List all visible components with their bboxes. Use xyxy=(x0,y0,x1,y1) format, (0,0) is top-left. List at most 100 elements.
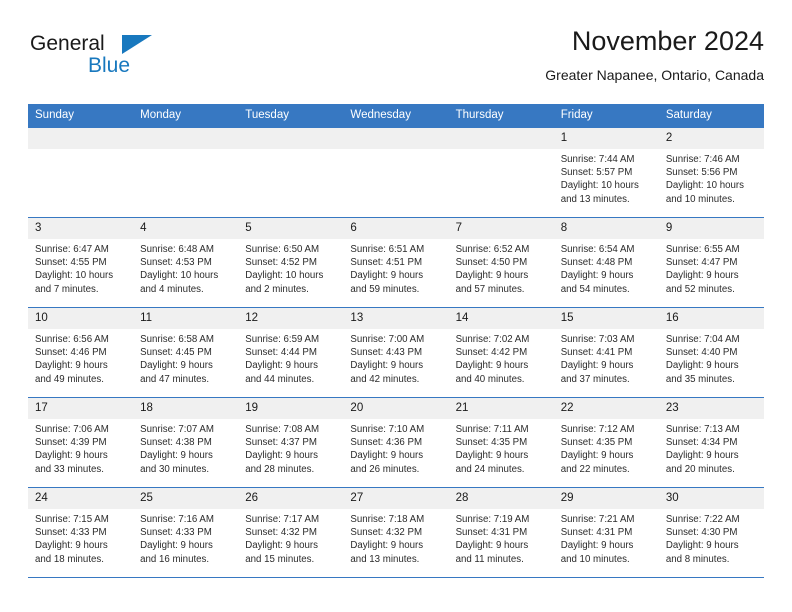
general-blue-logo[interactable]: General Blue xyxy=(28,32,228,88)
day-number: 7 xyxy=(448,218,554,239)
day-info-line: Daylight: 9 hours xyxy=(455,450,529,462)
day-info-line: and 11 minutes. xyxy=(455,553,524,565)
day-info-line: Daylight: 9 hours xyxy=(140,360,213,372)
calendar-day-cell[interactable]: 28 Sunrise: 7:19 AM Sunset: 4:31 PM Dayligh… xyxy=(448,487,554,578)
weekday-header-tuesday: Tuesday xyxy=(238,104,344,128)
day-info-line: Sunrise: 7:16 AM xyxy=(140,514,214,525)
calendar-day-cell[interactable]: 17 Sunrise: 7:06 AM Sunset: 4:39 PM Dayligh… xyxy=(28,397,134,488)
day-sun-info: Sunrise: 7:46 AM Sunset: 5:56 PM Daylight:… xyxy=(659,149,764,206)
calendar-day-cell[interactable]: 29 Sunrise: 7:21 AM Sunset: 4:31 PM Dayligh… xyxy=(553,487,659,578)
logo-text-blue: Blue xyxy=(88,54,131,77)
day-sun-info: Sunrise: 6:56 AM Sunset: 4:46 PM Daylight:… xyxy=(28,329,133,386)
calendar-day-cell[interactable]: 24 Sunrise: 7:15 AM Sunset: 4:33 PM Dayligh… xyxy=(28,487,134,578)
calendar-day-cell[interactable]: 12 Sunrise: 6:59 AM Sunset: 4:44 PM Dayligh… xyxy=(238,307,344,398)
calendar-day-cell[interactable]: 15 Sunrise: 7:03 AM Sunset: 4:41 PM Dayligh… xyxy=(553,307,659,398)
day-number: 10 xyxy=(28,308,134,329)
day-info-line: Sunset: 4:35 PM xyxy=(560,437,633,449)
day-info-line: and 42 minutes. xyxy=(350,373,420,385)
day-info-line: Sunset: 4:52 PM xyxy=(245,257,317,269)
calendar-day-cell[interactable]: 13 Sunrise: 7:00 AM Sunset: 4:43 PM Dayligh… xyxy=(343,307,449,398)
calendar-day-cell[interactable]: 23 Sunrise: 7:13 AM Sunset: 4:34 PM Dayligh… xyxy=(658,397,764,488)
weekday-header-friday: Friday xyxy=(553,104,659,128)
calendar-day-cell[interactable]: 7 Sunrise: 6:52 AM Sunset: 4:50 PM Daylight… xyxy=(448,217,554,308)
calendar-day-cell[interactable]: 8 Sunrise: 6:54 AM Sunset: 4:48 PM Daylight… xyxy=(553,217,659,308)
day-info-line: Sunrise: 6:50 AM xyxy=(245,244,320,255)
day-info-line: Sunrise: 6:47 AM xyxy=(35,244,109,255)
weekday-header-monday: Monday xyxy=(133,104,239,128)
day-info-line: and 10 minutes. xyxy=(560,553,630,565)
day-sun-info: Sunrise: 7:02 AM Sunset: 4:42 PM Daylight:… xyxy=(449,329,554,386)
calendar-day-cell[interactable]: 10 Sunrise: 6:56 AM Sunset: 4:46 PM Dayligh… xyxy=(28,307,134,398)
calendar-day-cell[interactable]: 30 Sunrise: 7:22 AM Sunset: 4:30 PM Dayligh… xyxy=(658,487,764,578)
calendar-day-cell[interactable]: 21 Sunrise: 7:11 AM Sunset: 4:35 PM Dayligh… xyxy=(448,397,554,488)
day-number: 20 xyxy=(343,398,449,419)
day-number: 28 xyxy=(448,488,554,509)
day-info-line: and 13 minutes. xyxy=(350,553,420,565)
day-info-line: Sunrise: 7:08 AM xyxy=(245,424,320,435)
day-number: 22 xyxy=(553,398,659,419)
calendar-day-cell[interactable]: 26 Sunrise: 7:17 AM Sunset: 4:32 PM Dayligh… xyxy=(238,487,344,578)
day-cell-inner xyxy=(238,128,344,217)
calendar-day-cell[interactable]: 3 Sunrise: 6:47 AM Sunset: 4:55 PM Daylight… xyxy=(28,217,134,308)
calendar-day-cell[interactable]: 16 Sunrise: 7:04 AM Sunset: 4:40 PM Dayligh… xyxy=(658,307,764,398)
day-info-line: Sunrise: 7:07 AM xyxy=(140,424,214,435)
day-cell-inner xyxy=(343,128,449,217)
day-info-line: Daylight: 9 hours xyxy=(35,540,108,552)
day-info-line: Daylight: 9 hours xyxy=(455,270,529,282)
day-info-line: Sunrise: 7:21 AM xyxy=(560,514,635,525)
day-info-line: Sunset: 4:32 PM xyxy=(245,527,317,539)
day-info-line: and 20 minutes. xyxy=(665,463,735,475)
day-info-line: Sunset: 4:38 PM xyxy=(140,437,212,449)
day-number: 15 xyxy=(553,308,659,329)
day-cell-inner: 22 Sunrise: 7:12 AM Sunset: 4:35 PM Dayligh… xyxy=(553,398,659,487)
day-info-line: Daylight: 9 hours xyxy=(140,540,213,552)
day-number: 8 xyxy=(553,218,659,239)
calendar-day-cell[interactable]: 25 Sunrise: 7:16 AM Sunset: 4:33 PM Dayligh… xyxy=(133,487,239,578)
day-info-line: Daylight: 9 hours xyxy=(35,450,108,462)
calendar-day-cell[interactable]: 6 Sunrise: 6:51 AM Sunset: 4:51 PM Daylight… xyxy=(343,217,449,308)
calendar-day-cell[interactable]: 20 Sunrise: 7:10 AM Sunset: 4:36 PM Dayligh… xyxy=(343,397,449,488)
calendar-day-cell[interactable]: 14 Sunrise: 7:02 AM Sunset: 4:42 PM Dayligh… xyxy=(448,307,554,398)
day-number xyxy=(448,128,554,149)
calendar-day-cell[interactable]: 5 Sunrise: 6:50 AM Sunset: 4:52 PM Daylight… xyxy=(238,217,344,308)
day-cell-inner: 10 Sunrise: 6:56 AM Sunset: 4:46 PM Dayligh… xyxy=(28,308,134,397)
page-subtitle: Greater Napanee, Ontario, Canada xyxy=(545,67,764,83)
calendar-day-cell[interactable]: 9 Sunrise: 6:55 AM Sunset: 4:47 PM Daylight… xyxy=(658,217,764,308)
day-cell-inner: 11 Sunrise: 6:58 AM Sunset: 4:45 PM Dayligh… xyxy=(133,308,239,397)
day-sun-info: Sunrise: 6:58 AM Sunset: 4:45 PM Daylight:… xyxy=(133,329,238,386)
day-info-line: Daylight: 9 hours xyxy=(140,450,213,462)
day-cell-inner: 27 Sunrise: 7:18 AM Sunset: 4:32 PM Dayligh… xyxy=(343,488,449,577)
calendar-day-cell[interactable]: 18 Sunrise: 7:07 AM Sunset: 4:38 PM Dayligh… xyxy=(133,397,239,488)
day-info-line: Sunset: 4:34 PM xyxy=(665,437,738,449)
calendar-day-cell[interactable]: 4 Sunrise: 6:48 AM Sunset: 4:53 PM Daylight… xyxy=(133,217,239,308)
day-info-line: Daylight: 10 hours xyxy=(560,180,639,192)
calendar-empty-cell xyxy=(448,127,554,218)
day-cell-inner: 7 Sunrise: 6:52 AM Sunset: 4:50 PM Daylight… xyxy=(448,218,554,307)
day-sun-info: Sunrise: 6:51 AM Sunset: 4:51 PM Daylight:… xyxy=(343,239,448,296)
calendar-day-cell[interactable]: 1 Sunrise: 7:44 AM Sunset: 5:57 PM Daylight… xyxy=(553,127,659,218)
day-cell-inner: 9 Sunrise: 6:55 AM Sunset: 4:47 PM Daylight… xyxy=(658,218,764,307)
day-info-line: Sunset: 4:44 PM xyxy=(245,347,317,359)
day-sun-info xyxy=(28,149,133,153)
day-cell-inner: 19 Sunrise: 7:08 AM Sunset: 4:37 PM Dayligh… xyxy=(238,398,344,487)
calendar-day-cell[interactable]: 11 Sunrise: 6:58 AM Sunset: 4:45 PM Dayligh… xyxy=(133,307,239,398)
day-cell-inner: 14 Sunrise: 7:02 AM Sunset: 4:42 PM Dayligh… xyxy=(448,308,554,397)
day-info-line: Sunrise: 7:22 AM xyxy=(665,514,740,525)
day-number: 24 xyxy=(28,488,134,509)
day-info-line: and 30 minutes. xyxy=(140,463,210,475)
calendar-day-cell[interactable]: 27 Sunrise: 7:18 AM Sunset: 4:32 PM Dayligh… xyxy=(343,487,449,578)
calendar-day-cell[interactable]: 2 Sunrise: 7:46 AM Sunset: 5:56 PM Daylight… xyxy=(658,127,764,218)
calendar-empty-cell xyxy=(28,127,134,218)
calendar-day-cell[interactable]: 19 Sunrise: 7:08 AM Sunset: 4:37 PM Dayligh… xyxy=(238,397,344,488)
day-info-line: and 10 minutes. xyxy=(665,193,735,205)
day-number: 26 xyxy=(238,488,344,509)
day-sun-info: Sunrise: 7:21 AM Sunset: 4:31 PM Daylight:… xyxy=(554,509,659,566)
title-block: November 2024 Greater Napanee, Ontario, … xyxy=(545,24,764,86)
day-info-line: Sunrise: 7:06 AM xyxy=(35,424,109,435)
day-info-line: and 28 minutes. xyxy=(245,463,315,475)
calendar-day-cell[interactable]: 22 Sunrise: 7:12 AM Sunset: 4:35 PM Dayligh… xyxy=(553,397,659,488)
day-number: 1 xyxy=(553,128,659,149)
day-cell-inner: 8 Sunrise: 6:54 AM Sunset: 4:48 PM Daylight… xyxy=(553,218,659,307)
day-info-line: Sunset: 4:31 PM xyxy=(455,527,528,539)
day-cell-inner: 16 Sunrise: 7:04 AM Sunset: 4:40 PM Dayligh… xyxy=(658,308,764,397)
